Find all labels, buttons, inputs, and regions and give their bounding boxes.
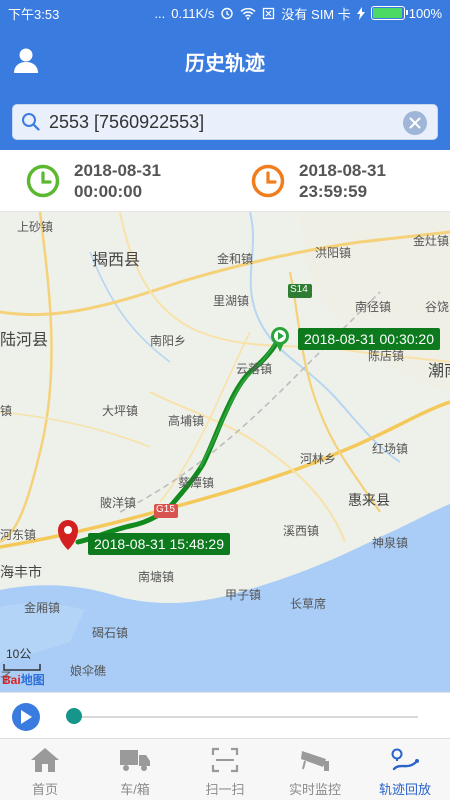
end-date: 2018-08-31 [299,160,386,180]
close-icon [409,117,421,129]
tab-label: 车/箱 [120,782,150,797]
wifi-icon [240,7,256,20]
tab-track-replay[interactable]: 轨迹回放 [360,739,450,800]
map-place: 陂洋镇 [100,496,137,510]
play-button[interactable] [12,703,40,731]
map-place: 河东镇 [0,528,37,542]
map-place: 南塘镇 [138,570,175,584]
map-place: 河林乡 [300,452,337,466]
map-place: 葵潭镇 [178,476,215,490]
map-place: 揭西县 [92,252,141,269]
search-input[interactable] [49,111,389,133]
map-place: 镇 [0,404,13,418]
map-place: 惠来县 [348,492,390,508]
tab-label: 首页 [31,782,58,797]
playback-bar [0,692,450,738]
tab-label: 实时监控 [288,782,341,797]
map-place: 大坪镇 [102,404,139,418]
map-place: 陆河县 [0,332,49,349]
start-point-label: 2018-08-31 00:30:20 [298,328,440,350]
map-place: 南阳乡 [150,334,187,348]
map-place: 云落镇 [236,362,273,376]
home-icon [31,748,59,772]
status-dots: ... [154,5,166,21]
tab-home[interactable]: 首页 [0,739,90,800]
map-scale: 10公 [6,647,32,661]
end-time: 23:59:59 [299,181,368,201]
map-place: 溪西镇 [283,524,320,538]
page-title: 历史轨迹 [185,52,265,75]
baidu-map-logo: Bai地图 [2,673,45,687]
map-place: 金和镇 [217,252,254,266]
tab-scan[interactable]: 扫一扫 [180,739,270,800]
tab-label: 扫一扫 [205,782,245,797]
battery-percent: 100% [408,5,442,21]
tab-vehicles[interactable]: 车/箱 [90,739,180,800]
map-place: 红场镇 [372,442,409,456]
status-bar: 下午3:53 ... 0.11K/s 没有 SIM 卡 100% [0,0,450,26]
map-place: 里湖镇 [213,294,250,308]
track-replay-icon [391,748,419,771]
battery-icon [370,6,409,20]
map-place: 碣石镇 [92,626,129,640]
map-place: 神泉镇 [372,536,409,550]
tab-live-monitor[interactable]: 实时监控 [270,739,360,800]
start-date: 2018-08-31 [74,160,161,180]
map-place: 南径镇 [355,300,392,314]
status-time: 下午3:53 [8,6,60,22]
no-sim-text: 没有 SIM 卡 [281,6,351,22]
charging-icon [356,6,365,20]
play-icon [21,710,32,724]
start-time: 00:00:00 [74,181,143,201]
map-place: 金灶镇 [413,234,450,248]
tab-label: 轨迹回放 [378,782,431,797]
alarm-icon [220,6,234,20]
map-view[interactable]: 上砂镇 揭西县 金和镇 洪阳镇 金灶镇 里湖镇 S14 南径镇 谷饶 陆河县 南… [0,212,450,692]
network-speed: 0.11K/s [171,5,215,21]
user-icon [14,48,38,73]
map-place: 长草席 [290,597,327,611]
map-place: S14 [290,284,308,295]
map-place: 金厢镇 [24,601,61,615]
clock-icon [26,164,60,197]
map-place: 高埔镇 [168,414,205,428]
playback-track[interactable] [74,716,418,718]
map-place: 谷饶 [425,300,450,314]
app-header: 历史轨迹 [0,26,450,96]
sim-icon [262,7,275,20]
playback-slider-thumb[interactable] [66,708,82,724]
bottom-tab-bar: 首页 车/箱 扫一扫 实时监控 轨迹回放 [0,738,450,800]
search-box [12,104,438,140]
map-place: 娘伞礁 [70,664,107,678]
truck-icon [120,750,150,771]
map-place: G15 [156,504,175,515]
clear-search-button[interactable] [403,111,427,135]
search-icon [22,113,40,131]
user-button[interactable] [12,46,40,74]
end-point-label: 2018-08-31 15:48:29 [88,533,230,555]
scan-icon [211,747,239,773]
map-place: 洪阳镇 [315,246,352,260]
map-place: 海丰市 [0,564,42,580]
clock-icon [251,164,285,197]
search-bar [0,96,450,150]
camera-icon [301,751,329,771]
map-place: 潮南 [428,363,450,380]
start-time-picker[interactable]: 2018-08-31 00:00:00 [0,160,225,202]
map-place: 上砂镇 [17,220,54,234]
map-place: 甲子镇 [225,588,262,602]
time-range: 2018-08-31 00:00:00 2018-08-31 23:59:59 [0,150,450,212]
end-time-picker[interactable]: 2018-08-31 23:59:59 [225,160,450,202]
